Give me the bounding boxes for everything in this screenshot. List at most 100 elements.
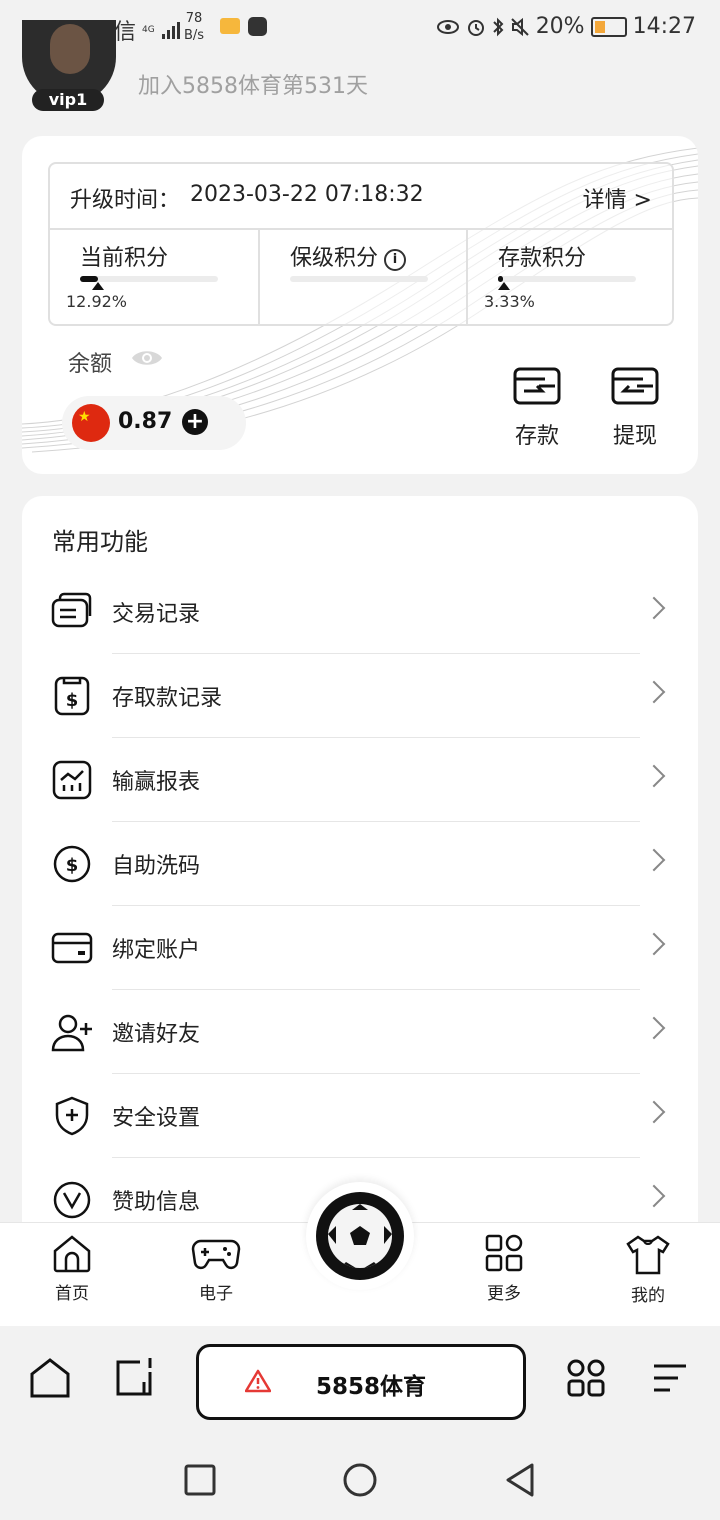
chevron-right-icon: [642, 848, 666, 872]
upgrade-label: 升级时间：: [70, 188, 181, 213]
tabs-count-icon[interactable]: [110, 1354, 158, 1402]
upgrade-row: 升级时间： 2023-03-22 07:18:32 详情 >: [50, 164, 672, 230]
invite-friend-icon: [51, 1014, 92, 1052]
home-circle-icon[interactable]: [342, 1462, 378, 1498]
add-balance-button[interactable]: +: [182, 409, 208, 435]
menu-label: 交易记录: [112, 602, 201, 627]
upgrade-panel: 升级时间： 2023-03-22 07:18:32 详情 > 当前积分 12.9…: [48, 162, 674, 326]
back-icon[interactable]: [502, 1462, 538, 1498]
battery-icon: [590, 16, 627, 37]
tab-home[interactable]: 首页: [22, 1233, 122, 1313]
eye-toggle-icon[interactable]: [130, 348, 164, 368]
chevron-right-icon: [642, 1184, 666, 1208]
chevron-right-icon: [642, 1100, 666, 1124]
chevron-right-icon: [642, 1016, 666, 1040]
eye-comfort-icon: [436, 19, 459, 34]
deposit-label: 存款: [514, 424, 559, 449]
menu-item-self-rebate[interactable]: $ 自助洗码: [22, 822, 698, 906]
menu-item-transaction-records[interactable]: 交易记录: [22, 570, 698, 654]
speed-value: 78: [185, 11, 203, 26]
menu-item-bind-account[interactable]: 绑定账户: [22, 906, 698, 990]
svg-text:$: $: [66, 855, 79, 876]
vip-badge: vip1: [32, 89, 104, 111]
self-rebate-icon: $: [53, 845, 91, 883]
menu-item-deposit-withdraw-records[interactable]: $ 存取款记录: [22, 654, 698, 738]
current-points: 当前积分 12.92%: [50, 230, 256, 324]
chevron-right-icon: [642, 680, 666, 704]
menu-item-invite-friend[interactable]: 邀请好友: [22, 990, 698, 1074]
upgrade-time: 2023-03-22 07:18:32: [190, 182, 424, 207]
mail-notification-icon: [220, 18, 240, 34]
deposit-button[interactable]: 存款: [502, 366, 572, 460]
current-points-label: 当前积分: [80, 246, 169, 271]
chevron-right-icon: [642, 932, 666, 956]
balance-label: 余额: [68, 352, 113, 377]
soccer-ball-icon: [316, 1192, 404, 1280]
current-points-percent: 12.92%: [66, 292, 128, 311]
sponsor-info-icon: [53, 1181, 91, 1219]
keep-level-points-label: 保级积分 i: [290, 240, 407, 272]
browser-toolbar: 5858体育: [0, 1326, 720, 1438]
deposit-points: 存款积分 3.33%: [466, 230, 674, 324]
menu-label: 安全设置: [112, 1106, 201, 1131]
withdraw-button[interactable]: 提现: [600, 366, 670, 460]
jersey-icon: [626, 1235, 670, 1275]
app-notification-icon: [248, 17, 267, 36]
tab-electronic-label: 电子: [199, 1284, 233, 1304]
menu-label: 输赢报表: [112, 770, 201, 795]
tab-mine-label: 我的: [631, 1286, 665, 1306]
deposit-points-percent: 3.33%: [484, 292, 535, 311]
bind-account-icon: [51, 932, 93, 964]
menu-label: 自助洗码: [112, 854, 201, 879]
security-settings-icon: [55, 1096, 89, 1136]
chevron-right-icon: [642, 596, 666, 620]
network-speed: 78 B/s: [184, 10, 204, 44]
info-icon[interactable]: i: [384, 249, 407, 271]
vip-card: 升级时间： 2023-03-22 07:18:32 详情 > 当前积分 12.9…: [22, 136, 698, 474]
tab-electronic[interactable]: 电子: [166, 1233, 266, 1313]
status-right: 20% 14:27: [436, 14, 696, 39]
tab-mine[interactable]: 我的: [598, 1233, 698, 1313]
menu-item-win-loss-report[interactable]: 输赢报表: [22, 738, 698, 822]
alarm-icon: [467, 19, 484, 36]
address-bar[interactable]: 5858体育: [196, 1344, 526, 1420]
deposit-withdraw-records-icon: $: [54, 676, 90, 716]
menu-item-security-settings[interactable]: 安全设置: [22, 1074, 698, 1158]
menu-label: 绑定账户: [112, 938, 201, 963]
clock: 14:27: [632, 14, 696, 39]
balance-value: 0.87: [118, 409, 173, 434]
tab-more[interactable]: 更多: [454, 1233, 554, 1313]
menu-label: 邀请好友: [112, 1022, 201, 1047]
menu-icon[interactable]: [646, 1354, 694, 1402]
current-points-marker: [92, 282, 104, 290]
withdraw-label: 提现: [612, 424, 657, 449]
functions-card: 常用功能 交易记录 $ 存取款记录 输赢报表 $ 自助洗码 绑定账户 邀请好友: [22, 496, 698, 1256]
tab-more-label: 更多: [487, 1284, 521, 1304]
apps-grid-icon[interactable]: [562, 1354, 610, 1402]
browser-home-icon[interactable]: [26, 1354, 74, 1402]
grid-icon: [485, 1234, 523, 1272]
signal-icon: [161, 22, 180, 39]
menu-label: 赞助信息: [112, 1190, 201, 1215]
deposit-points-bar: [498, 276, 636, 282]
chevron-right-icon: [642, 764, 666, 788]
functions-title: 常用功能: [52, 528, 148, 556]
home-icon: [53, 1235, 91, 1273]
bluetooth-icon: [492, 17, 504, 36]
keep-level-points-bar: [290, 276, 428, 282]
join-days-text: 加入5858体育第531天: [138, 74, 368, 99]
gamepad-icon: [191, 1239, 241, 1270]
sports-center-button[interactable]: [306, 1182, 414, 1290]
deposit-points-label: 存款积分: [498, 246, 587, 271]
tab-home-label: 首页: [55, 1284, 89, 1304]
china-flag-icon: ★: [72, 404, 110, 442]
recent-apps-icon[interactable]: [182, 1462, 218, 1498]
mute-icon: [510, 17, 529, 36]
balance-pill: ★ 0.87 +: [62, 396, 246, 450]
system-navigation: [0, 1438, 720, 1520]
win-loss-report-icon: [52, 760, 92, 800]
detail-link[interactable]: 详情 >: [583, 182, 652, 214]
deposit-points-marker: [498, 282, 510, 290]
withdraw-wallet-icon: [611, 367, 659, 405]
page-title: 5858体育: [315, 1374, 426, 1400]
